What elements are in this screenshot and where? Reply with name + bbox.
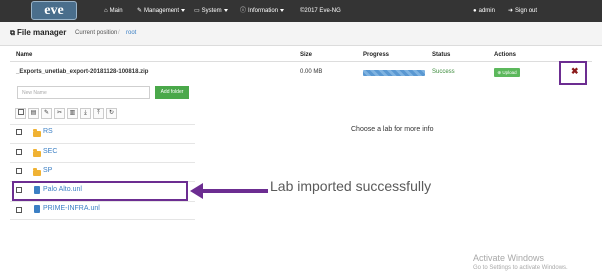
highlight-box [12, 181, 188, 201]
file-icon [34, 205, 40, 213]
new-folder-name-input[interactable] [17, 86, 150, 99]
home-icon: ⌂ [104, 8, 108, 14]
annotation-text: Lab imported successfully [270, 178, 432, 194]
nav-main[interactable]: ⌂ Main [104, 0, 123, 22]
copyright-text: ©2017 Eve-NG [300, 0, 341, 22]
upload-icon[interactable]: ⤒ [93, 108, 104, 119]
page-title-text: File manager [17, 28, 67, 37]
page-title: ⧉ File manager [10, 28, 66, 38]
upload-button-label: Upload [502, 70, 517, 75]
column-header-name: Name [16, 52, 33, 58]
list-item-sec[interactable]: SEC [43, 148, 57, 155]
chevron-down-icon [280, 8, 285, 12]
info-icon: ⓘ [240, 8, 247, 14]
chevron-down-icon [181, 8, 186, 12]
watermark-title: Activate Windows [473, 253, 545, 263]
nav-main-label: Main [109, 8, 123, 14]
column-header-actions: Actions [494, 52, 517, 58]
folder-icon [33, 168, 41, 176]
sitemap-icon: ⧉ [10, 30, 15, 37]
list-divider [10, 143, 195, 144]
column-header-size: Size [300, 52, 313, 58]
list-item-checkbox[interactable] [16, 149, 22, 155]
nav-management-label: Management [144, 8, 180, 14]
lab-info-message: Choose a lab for more info [351, 126, 434, 133]
file-toolbar: ▤ ✎ ✂ ▥ ⤓ ⤒ ↻ [15, 108, 119, 119]
list-item-rs[interactable]: RS [43, 128, 53, 135]
refresh-icon[interactable]: ↻ [106, 108, 117, 119]
add-folder-button[interactable]: Add folder [155, 86, 189, 99]
table-header-divider [10, 61, 592, 62]
upload-file-size: 0.00 MB [300, 69, 323, 75]
list-item-prime-infra[interactable]: PRIME-INFRA.unl [43, 205, 100, 212]
folder-icon [33, 149, 41, 157]
eve-logo[interactable]: eve [31, 1, 77, 20]
cut-icon[interactable]: ✂ [54, 108, 65, 119]
breadcrumb-separator: / [118, 30, 120, 36]
nav-user[interactable]: ● admin [473, 0, 495, 22]
upload-status: Success [432, 69, 455, 75]
upload-progress-bar [363, 70, 425, 76]
sign-out-icon: ➜ [508, 8, 514, 14]
nav-information[interactable]: ⓘ Information [240, 0, 285, 22]
watermark-subtitle: Go to Settings to activate Windows. [473, 265, 568, 271]
download-icon[interactable]: ⤓ [80, 108, 91, 119]
desktop-icon: ▭ [194, 8, 200, 14]
user-icon: ● [473, 8, 477, 14]
wrench-icon: ✎ [137, 8, 143, 14]
new-file-icon[interactable]: ▤ [28, 108, 39, 119]
edit-icon[interactable]: ✎ [41, 108, 52, 119]
upload-button[interactable]: ⊕ Upload [494, 68, 520, 77]
column-header-status: Status [432, 52, 451, 58]
copyright-label: ©2017 Eve-NG [300, 8, 341, 14]
list-item-checkbox[interactable] [16, 207, 22, 213]
current-position-label: Current position [75, 30, 118, 36]
list-divider [10, 219, 195, 220]
column-header-progress: Progress [363, 52, 390, 58]
nav-system-label: System [201, 8, 222, 14]
list-item-checkbox[interactable] [16, 168, 22, 174]
breadcrumb-root[interactable]: root [126, 30, 136, 36]
upload-file-name: _Exports_unetlab_export-20181128-100818.… [16, 69, 149, 75]
select-all-checkbox[interactable] [15, 108, 26, 119]
nav-management[interactable]: ✎ Management [137, 0, 186, 22]
list-item-checkbox[interactable] [16, 129, 22, 135]
list-divider [10, 162, 195, 163]
nav-sign-out[interactable]: ➜ Sign out [508, 0, 537, 22]
nav-information-label: Information [248, 8, 279, 14]
list-item-sp[interactable]: SP [43, 167, 52, 174]
annotation-arrow-icon [190, 183, 268, 199]
delete-icon[interactable]: ▥ [67, 108, 78, 119]
list-divider [10, 124, 195, 125]
nav-sign-out-label: Sign out [515, 8, 538, 14]
nav-system[interactable]: ▭ System [194, 0, 228, 22]
upload-icon: ⊕ [497, 70, 502, 75]
chevron-down-icon [223, 8, 228, 12]
page: eve ⌂ Main ✎ Management ▭ System ⓘ Informati… [0, 0, 602, 274]
top-navbar: eve ⌂ Main ✎ Management ▭ System ⓘ Informati… [0, 0, 602, 22]
list-divider [10, 201, 195, 202]
nav-user-label: admin [478, 8, 495, 14]
close-icon[interactable]: ✖ [571, 66, 579, 77]
file-manager-header: ⧉ File manager Current position / root [0, 22, 602, 46]
folder-icon [33, 129, 41, 137]
